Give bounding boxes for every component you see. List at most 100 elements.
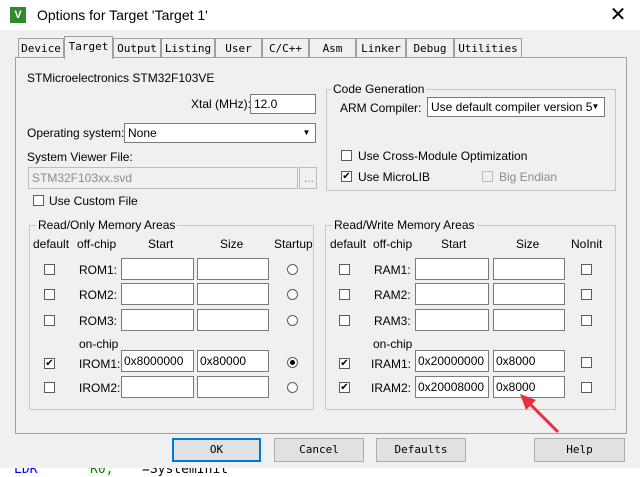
svd-label: System Viewer File: <box>27 150 133 164</box>
ram3-noinit-checkbox[interactable] <box>581 315 592 326</box>
iram1-label: IRAM1: <box>371 357 412 371</box>
window-title: Options for Target 'Target 1' <box>37 7 208 23</box>
os-label: Operating system: <box>27 126 125 140</box>
ram3-start-input[interactable] <box>415 309 489 331</box>
tab-device[interactable]: Device <box>18 38 64 58</box>
cross-module-checkbox[interactable] <box>341 150 352 161</box>
ram2-start-input[interactable] <box>415 283 489 305</box>
rom3-start-input[interactable] <box>121 309 194 331</box>
ro-header-size: Size <box>220 237 244 251</box>
microlib-label: Use MicroLIB <box>358 170 431 184</box>
background-code-editor: LDR R0, =SystemInit <box>0 468 640 477</box>
tab-user[interactable]: User <box>215 38 262 58</box>
rom1-size-input[interactable] <box>197 258 269 280</box>
xtal-label: Xtal (MHz): <box>191 97 251 111</box>
tab-asm[interactable]: Asm <box>309 38 356 58</box>
readwrite-memory-title: Read/Write Memory Areas <box>332 218 477 232</box>
tab-linker[interactable]: Linker <box>356 38 406 58</box>
code-symbol: =SystemInit <box>142 468 229 477</box>
cancel-button[interactable]: Cancel <box>274 438 364 462</box>
code-keyword: LDR <box>14 468 38 477</box>
rom1-label: ROM1: <box>79 263 118 277</box>
rw-header-offchip: off-chip <box>373 237 413 251</box>
irom2-startup-radio[interactable] <box>287 382 298 393</box>
tab-target[interactable]: Target <box>64 36 113 59</box>
os-select-value: None <box>128 126 157 140</box>
rom2-startup-radio[interactable] <box>287 289 298 300</box>
iram1-start-input[interactable]: 0x20000000 <box>415 350 489 372</box>
annotation-arrow-icon <box>520 394 560 434</box>
ro-header-default: default <box>33 237 70 251</box>
irom2-start-input[interactable] <box>121 376 194 398</box>
rom3-label: ROM3: <box>79 314 118 328</box>
rom2-start-input[interactable] <box>121 283 194 305</box>
rom3-default-checkbox[interactable] <box>44 315 55 326</box>
rom3-startup-radio[interactable] <box>287 315 298 326</box>
irom1-size-input[interactable]: 0x80000 <box>197 350 269 372</box>
code-generation-title: Code Generation <box>331 82 427 96</box>
iram2-label: IRAM2: <box>371 381 412 395</box>
rom1-default-checkbox[interactable] <box>44 264 55 275</box>
os-select[interactable]: None ▼ <box>124 123 316 143</box>
ram2-size-input[interactable] <box>493 283 565 305</box>
chevron-down-icon: ▼ <box>302 128 311 137</box>
iram2-default-checkbox[interactable]: ✔ <box>339 382 350 393</box>
ram2-noinit-checkbox[interactable] <box>581 289 592 300</box>
keil-app-icon: V <box>10 7 26 23</box>
rom2-label: ROM2: <box>79 288 118 302</box>
tab-output[interactable]: Output <box>113 38 161 58</box>
use-custom-file-checkbox[interactable] <box>33 195 44 206</box>
iram1-size-input[interactable]: 0x8000 <box>493 350 565 372</box>
close-button[interactable]: ✕ <box>600 2 636 28</box>
arm-compiler-value: Use default compiler version 5 <box>431 100 593 114</box>
rom3-size-input[interactable] <box>197 309 269 331</box>
iram1-default-checkbox[interactable]: ✔ <box>339 358 350 369</box>
use-custom-file-label: Use Custom File <box>49 194 138 208</box>
svd-browse-button: ... <box>299 167 317 189</box>
readonly-memory-title: Read/Only Memory Areas <box>36 218 178 232</box>
defaults-button[interactable]: Defaults <box>376 438 466 462</box>
tab-utilities[interactable]: Utilities <box>454 38 522 58</box>
iram1-noinit-checkbox[interactable] <box>581 357 592 368</box>
chevron-down-icon: ▼ <box>591 102 600 111</box>
tab-debug[interactable]: Debug <box>406 38 454 58</box>
big-endian-label: Big Endian <box>499 170 558 184</box>
ok-button[interactable]: OK <box>172 438 261 462</box>
irom2-default-checkbox[interactable] <box>44 382 55 393</box>
rw-onchip-label: on-chip <box>373 337 413 351</box>
rw-header-noinit: NoInit <box>571 237 603 251</box>
rw-header-start: Start <box>441 237 467 251</box>
ro-header-startup: Startup <box>274 237 313 251</box>
tab-c-cpp[interactable]: C/C++ <box>262 38 309 58</box>
code-register: R0, <box>90 468 114 477</box>
xtal-input[interactable]: 12.0 <box>250 94 316 114</box>
ram1-default-checkbox[interactable] <box>339 264 350 275</box>
iram2-start-input[interactable]: 0x20008000 <box>415 376 489 398</box>
rom1-start-input[interactable] <box>121 258 194 280</box>
ram1-noinit-checkbox[interactable] <box>581 264 592 275</box>
ram3-default-checkbox[interactable] <box>339 315 350 326</box>
irom1-label: IROM1: <box>79 357 121 371</box>
irom2-size-input[interactable] <box>197 376 269 398</box>
arm-compiler-select[interactable]: Use default compiler version 5 ▼ <box>427 97 605 117</box>
rw-header-size: Size <box>516 237 540 251</box>
irom1-start-input[interactable]: 0x8000000 <box>121 350 194 372</box>
options-dialog: V Options for Target 'Target 1' ✕ Device… <box>0 0 640 468</box>
iram2-noinit-checkbox[interactable] <box>581 382 592 393</box>
ram2-default-checkbox[interactable] <box>339 289 350 300</box>
rom2-size-input[interactable] <box>197 283 269 305</box>
irom1-default-checkbox[interactable]: ✔ <box>44 358 55 369</box>
help-button[interactable]: Help <box>534 438 625 462</box>
rw-header-default: default <box>330 237 367 251</box>
ram1-start-input[interactable] <box>415 258 489 280</box>
ram1-size-input[interactable] <box>493 258 565 280</box>
microlib-checkbox[interactable]: ✔ <box>341 171 352 182</box>
irom1-startup-radio[interactable] <box>287 357 298 368</box>
ram3-size-input[interactable] <box>493 309 565 331</box>
rom1-startup-radio[interactable] <box>287 264 298 275</box>
ram2-label: RAM2: <box>374 288 411 302</box>
ram1-label: RAM1: <box>374 263 411 277</box>
rom2-default-checkbox[interactable] <box>44 289 55 300</box>
tab-listing[interactable]: Listing <box>161 38 215 58</box>
title-bar: V Options for Target 'Target 1' ✕ <box>0 0 640 30</box>
